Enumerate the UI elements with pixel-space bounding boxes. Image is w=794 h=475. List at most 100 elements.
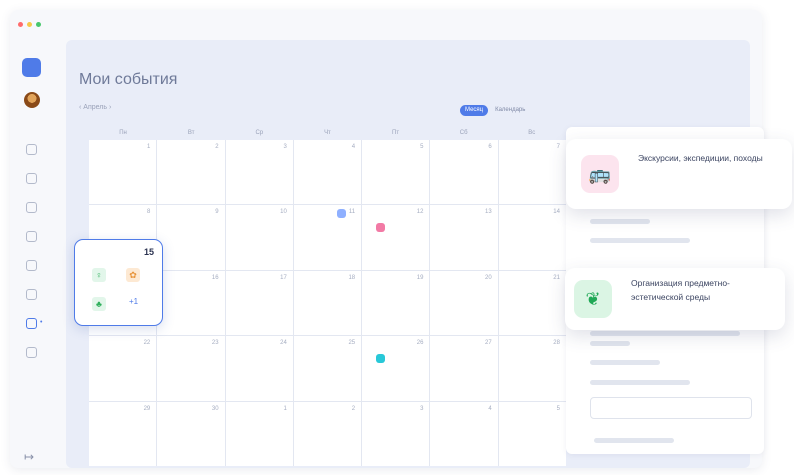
calendar-day[interactable]: 19 [362,270,430,336]
grid-icon[interactable] [26,173,37,184]
notification-badge: • [40,319,43,326]
calendar-day[interactable]: 22 [89,336,157,401]
calendar-day[interactable]: 18 [293,270,362,336]
day-number: 20 [485,274,492,281]
day-number: 3 [420,405,424,412]
calendar-day[interactable]: 5 [498,401,566,466]
calendar-day[interactable]: 12 [362,205,430,270]
day-number: 7 [556,144,560,150]
day-number: 4 [488,405,492,412]
calendar-day[interactable]: 14 [498,205,566,270]
day-number: 3 [283,144,287,150]
calendar-day[interactable]: 2 [293,401,362,466]
weekday-label: Вс [528,130,536,136]
calendar-day[interactable]: 20 [430,270,498,336]
day-number: 5 [420,144,424,150]
day-number: 29 [143,405,151,412]
maximize-window-button[interactable] [36,22,41,27]
detail-value [590,360,660,365]
event-type-card[interactable]: ❦ Организация предметно-эстетической сре… [565,268,785,330]
responsible-select[interactable] [590,397,752,419]
calendar-day[interactable]: 16 [157,270,225,336]
popover-date: 15 [143,247,154,257]
app-logo[interactable] [22,58,41,77]
calendar-day[interactable]: 23 [157,336,225,401]
month-navigation[interactable]: ‹ Апрель › [79,104,111,111]
calendar-day[interactable]: 3 [362,401,430,466]
person-icon[interactable]: ♀ [92,268,106,282]
day-number: 19 [416,274,424,281]
calendar-day[interactable]: 4 [293,140,362,205]
calendar-day[interactable]: 5 [362,140,430,205]
day-number: 6 [488,144,492,150]
calendar-day[interactable]: 25 [293,336,362,401]
calendar-view-button[interactable]: Календарь [490,105,530,116]
detail-label [590,341,630,346]
more-events-link[interactable]: +1 [129,297,138,306]
day-events-popover: 15 ♀ ✿ ♣ +1 [74,239,163,326]
calendar-icon[interactable] [26,318,37,329]
weekday-label: Сб [459,130,468,136]
settings-icon[interactable] [26,347,37,358]
ecology-icon[interactable]: ♣ [92,297,106,311]
chat-icon[interactable] [26,202,37,213]
day-number: 4 [351,144,356,150]
calendar-day[interactable]: 24 [225,336,293,401]
day-number: 24 [280,340,287,347]
palette-icon[interactable]: ✿ [126,268,140,282]
day-number: 25 [348,340,356,347]
calendar-day[interactable]: 11 [293,205,362,270]
day-number: 16 [211,274,219,281]
day-number: 30 [211,405,219,412]
day-number: 11 [348,209,356,216]
calendar-day[interactable]: 21 [498,270,566,336]
calendar-day[interactable]: 1 [89,140,157,205]
minimize-window-button[interactable] [27,22,32,27]
document-icon[interactable] [26,260,37,271]
day-number: 8 [146,209,151,216]
event-type-card[interactable]: 🚌 Экскурсии, экспедиции, походы [566,139,792,209]
day-number: 21 [553,274,560,281]
day-number: 18 [348,274,356,281]
day-number: 1 [146,144,151,150]
calendar-day[interactable]: 2 [157,140,225,205]
card-title: Экскурсии, экспедиции, походы [638,153,763,163]
event-marker[interactable] [376,354,386,364]
event-marker[interactable] [336,209,346,219]
calendar-day[interactable]: 13 [430,205,498,270]
logout-icon[interactable]: ↦ [24,450,34,464]
weekday-label: Вт [187,130,195,136]
day-number: 9 [215,209,219,216]
calendar-day[interactable]: 1 [225,401,293,466]
event-marker[interactable] [376,223,386,233]
sidebar: • ↦ [10,40,56,468]
close-window-button[interactable] [18,22,23,27]
calendar-day[interactable]: 29 [89,401,157,466]
calendar-day[interactable]: 10 [225,205,293,270]
calendar-day[interactable]: 28 [498,336,566,401]
calendar-day[interactable]: 7 [498,140,566,205]
title-bar [10,10,762,40]
calendar-day[interactable]: 26 [362,336,430,401]
calendar-day[interactable]: 9 [157,205,225,270]
calendar-day[interactable]: 4 [430,401,498,466]
home-icon[interactable] [26,144,37,155]
calendar-day[interactable]: 6 [430,140,498,205]
avatar[interactable] [24,92,40,108]
month-view-button[interactable]: Месяц [460,105,489,116]
calendar-day[interactable]: 17 [225,270,293,336]
day-number: 5 [556,405,560,412]
detail-label [590,219,650,224]
day-number: 2 [215,144,219,150]
weekday-label: Пн [119,130,127,136]
calendar-day[interactable]: 3 [225,140,293,205]
book-icon[interactable] [26,289,37,300]
weekday-label: Пт [392,130,400,136]
users-icon[interactable] [26,231,37,242]
save-link[interactable] [594,438,674,443]
calendar-day[interactable]: 30 [157,401,225,466]
card-title: Организация предметно-эстетической среды [631,278,730,302]
day-number: 22 [143,340,151,347]
calendar-day[interactable]: 27 [430,336,498,401]
weekday-label: Чт [324,130,331,136]
